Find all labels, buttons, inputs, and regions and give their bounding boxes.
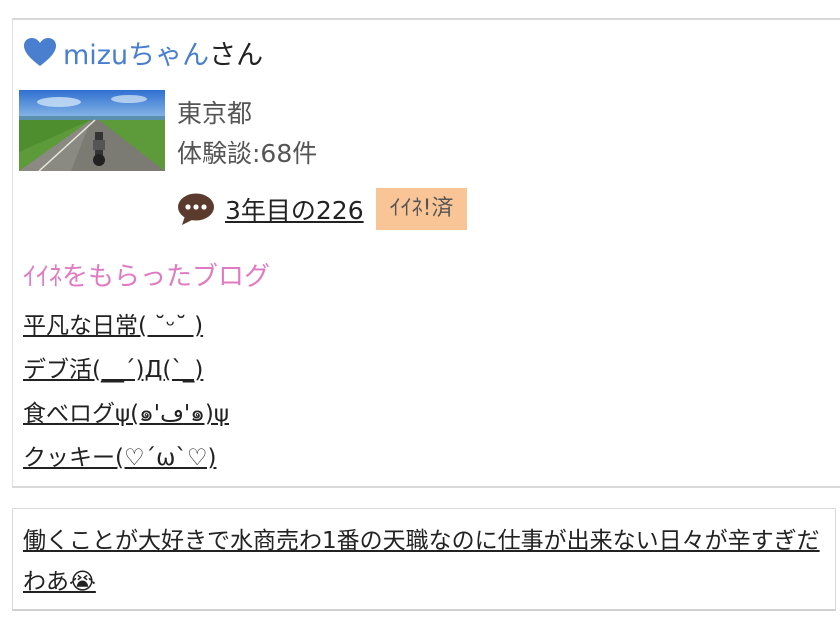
liked-blog-link[interactable]: クッキー(♡´ω`♡)	[23, 445, 216, 471]
location: 東京都	[177, 99, 253, 128]
user-card: mizuちゃん さん 東京都 体験談:68件 3年目の226 ｲｲﾈ!済 ｲｲﾈ…	[12, 20, 840, 488]
liked-blogs-heading: ｲｲﾈをもらったブログ	[23, 262, 271, 292]
user-info: 東京都 体験談:68件	[177, 94, 317, 174]
liked-blog-link[interactable]: デブ活(__´)Д(`_)	[23, 357, 203, 383]
username[interactable]: mizuちゃん	[63, 33, 209, 72]
speech-bubble-icon	[178, 193, 214, 225]
comment-link[interactable]: 働くことが大好きで水商売わ1番の天職なのに仕事が出来ない日々が辛すぎだわあ😭	[23, 528, 820, 595]
latest-post-link[interactable]: 3年目の226	[225, 191, 364, 227]
honorific: さん	[209, 39, 264, 71]
comment-text[interactable]: 働くことが大好きで水商売わ1番の天職なのに仕事が出来ない日々が辛すぎだわあ😭	[23, 521, 823, 603]
comment-box: 働くことが大好きで水商売わ1番の天職なのに仕事が出来ない日々が辛すぎだわあ😭	[12, 508, 836, 611]
liked-blog-link[interactable]: 平凡な日常( ˘ᵕ˘ )	[23, 313, 203, 339]
road-motorcycle-photo	[19, 90, 165, 171]
experience-count: 体験談:68件	[177, 139, 318, 168]
list-item[interactable]: デブ活(__´)Д(`_)	[23, 350, 229, 394]
iine-done-badge[interactable]: ｲｲﾈ!済	[375, 188, 468, 230]
liked-blogs-list: 平凡な日常( ˘ᵕ˘ ) デブ活(__´)Д(`_) 食べログψ(๑'ڡ'๑)ψ…	[23, 306, 229, 482]
list-item[interactable]: 食べログψ(๑'ڡ'๑)ψ	[23, 394, 229, 438]
liked-blog-link[interactable]: 食べログψ(๑'ڡ'๑)ψ	[23, 401, 229, 427]
latest-post-row: 3年目の226 ｲｲﾈ!済	[177, 188, 468, 230]
user-header[interactable]: mizuちゃん さん	[23, 33, 264, 72]
list-item[interactable]: クッキー(♡´ω`♡)	[23, 438, 229, 482]
profile-thumbnail[interactable]	[19, 90, 165, 171]
heart-icon	[24, 38, 56, 66]
list-item[interactable]: 平凡な日常( ˘ᵕ˘ )	[23, 306, 229, 350]
